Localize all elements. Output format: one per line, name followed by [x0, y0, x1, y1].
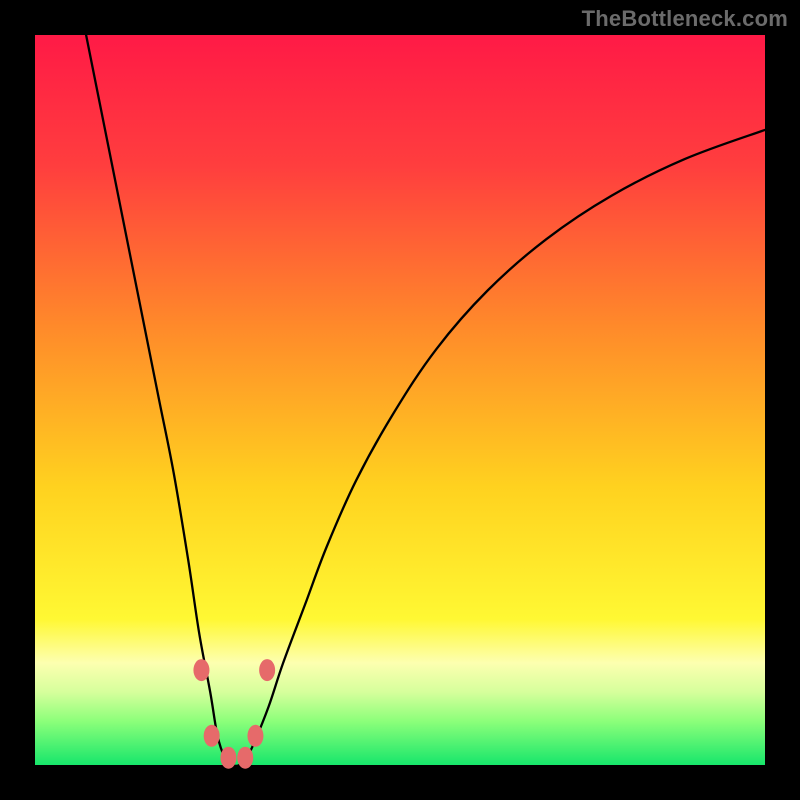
curve-markers — [193, 659, 275, 769]
outer-frame: TheBottleneck.com — [0, 0, 800, 800]
plot-area — [35, 35, 765, 765]
curve-marker — [220, 747, 236, 769]
bottleneck-curve — [86, 35, 765, 766]
curve-marker — [204, 725, 220, 747]
watermark-text: TheBottleneck.com — [582, 6, 788, 32]
curve-marker — [259, 659, 275, 681]
curve-layer — [35, 35, 765, 765]
curve-marker — [193, 659, 209, 681]
curve-marker — [247, 725, 263, 747]
curve-marker — [237, 747, 253, 769]
